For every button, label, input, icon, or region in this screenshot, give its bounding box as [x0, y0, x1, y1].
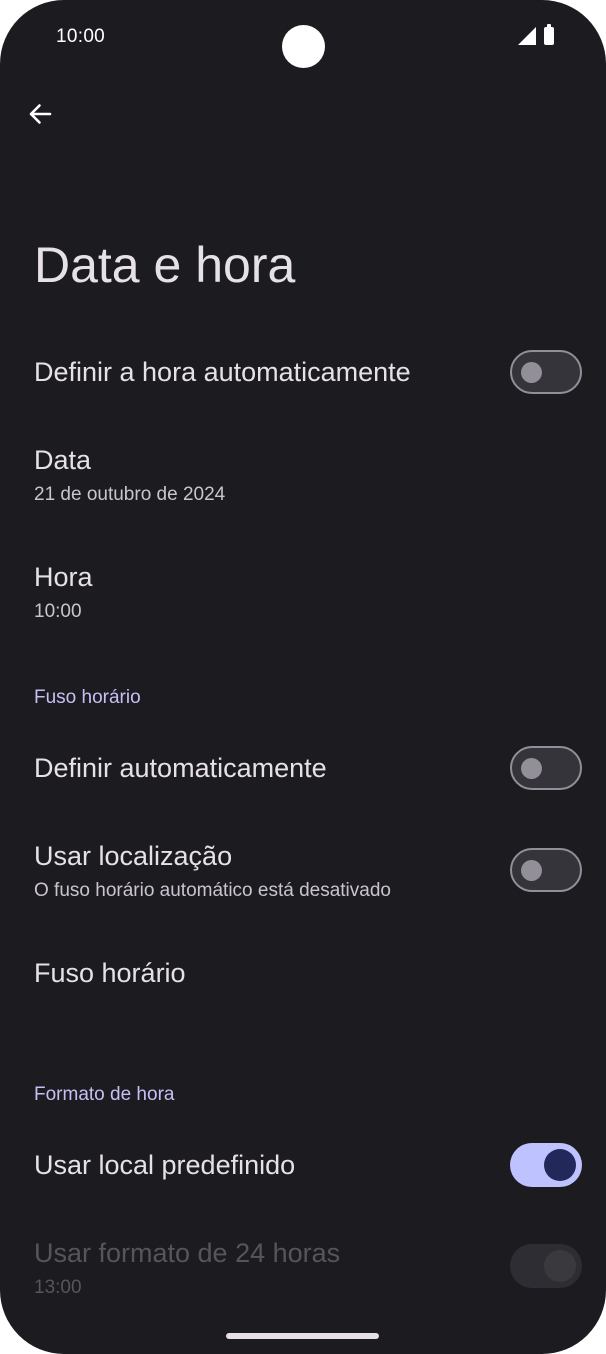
- switch-thumb: [521, 859, 542, 881]
- camera-cutout: [282, 25, 325, 68]
- arrow-back-icon: [29, 104, 52, 124]
- format-24h-row: Usar formato de 24 horas 13:00: [0, 1224, 606, 1322]
- switch-thumb: [521, 361, 542, 383]
- time-format-section-header: Formato de hora: [34, 1084, 175, 1105]
- format-24h-switch: [510, 1244, 582, 1288]
- status-icons: [518, 24, 554, 45]
- use-location-title: Usar localização: [34, 841, 233, 871]
- locale-default-row[interactable]: Usar local predefinido: [0, 1122, 606, 1208]
- gesture-navigation-bar[interactable]: [226, 1333, 379, 1339]
- time-value: 10:00: [34, 601, 82, 622]
- locale-default-title: Usar local predefinido: [34, 1150, 296, 1180]
- format-24h-summary: 13:00: [34, 1277, 82, 1298]
- back-button[interactable]: [20, 94, 60, 134]
- switch-thumb: [544, 1149, 576, 1181]
- timezone-row[interactable]: Fuso horário: [0, 940, 606, 1010]
- switch-thumb: [521, 757, 542, 779]
- use-location-row[interactable]: Usar localização O fuso horário automáti…: [0, 827, 606, 925]
- signal-icon: [518, 27, 536, 45]
- page-title: Data e hora: [34, 237, 296, 293]
- use-location-summary: O fuso horário automático está desativad…: [34, 880, 391, 901]
- time-title: Hora: [34, 562, 93, 592]
- date-row[interactable]: Data 21 de outubro de 2024: [0, 430, 606, 528]
- phone-screen: 10:00 Data e hora Definir a hora automat…: [0, 0, 606, 1354]
- auto-time-title: Definir a hora automaticamente: [34, 357, 411, 387]
- timezone-section-header: Fuso horário: [34, 687, 141, 708]
- switch-thumb: [544, 1250, 576, 1282]
- date-value: 21 de outubro de 2024: [34, 484, 226, 505]
- auto-time-row[interactable]: Definir a hora automaticamente: [0, 330, 606, 416]
- auto-time-switch[interactable]: [510, 350, 582, 394]
- status-time: 10:00: [56, 26, 106, 47]
- timezone-title: Fuso horário: [34, 958, 186, 988]
- date-title: Data: [34, 445, 92, 475]
- auto-timezone-row[interactable]: Definir automaticamente: [0, 726, 606, 812]
- battery-icon: [544, 24, 554, 45]
- auto-timezone-switch[interactable]: [510, 746, 582, 790]
- auto-timezone-title: Definir automaticamente: [34, 753, 327, 783]
- format-24h-title: Usar formato de 24 horas: [34, 1238, 341, 1268]
- use-location-switch[interactable]: [510, 848, 582, 892]
- time-row[interactable]: Hora 10:00: [0, 547, 606, 645]
- locale-default-switch[interactable]: [510, 1143, 582, 1187]
